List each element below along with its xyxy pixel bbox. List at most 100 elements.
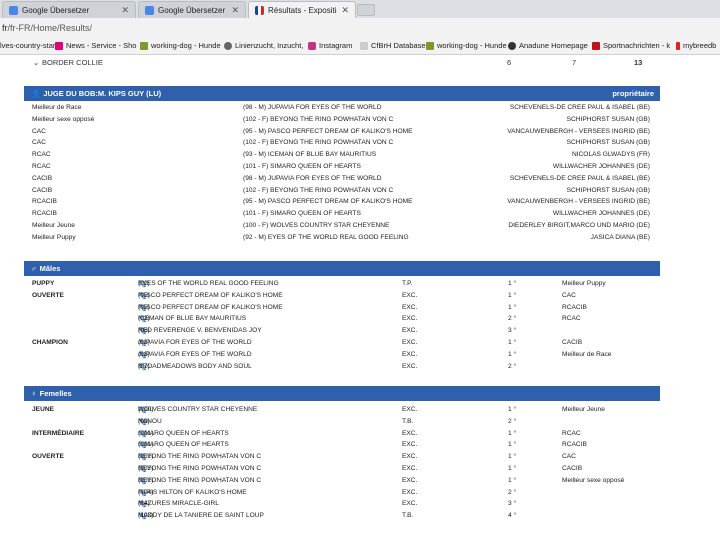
placement: 2 ° xyxy=(508,417,517,425)
qualification: EXC. xyxy=(402,465,418,472)
award-label: CACIB xyxy=(562,465,583,472)
placement: 2 ° xyxy=(508,362,517,370)
tab-title: Résultats - Expositions Ca xyxy=(268,5,337,15)
award-label: Meilleur Puppy xyxy=(32,233,76,241)
bookmark-label: Sportnachrichten - k xyxy=(603,41,671,50)
judge-row: Meilleur de Race (98 - M) JUPAVIA FOR EYE… xyxy=(0,104,720,116)
owner-name: JASICA DIANA (BE) xyxy=(590,233,650,241)
award-label: Meilleur sexe opposé xyxy=(562,476,625,484)
qualification: EXC. xyxy=(402,441,418,449)
award-label: RCACIB xyxy=(562,441,587,449)
bookmark-item[interactable]: Instagram xyxy=(308,41,352,50)
dog-entry: (92 - M) EYES OF THE WORLD REAL GOOD FEE… xyxy=(243,233,409,241)
close-icon[interactable]: ✕ xyxy=(121,5,129,16)
qualification: EXC. xyxy=(402,488,418,496)
address-bar[interactable]: fr/fr-FR/Home/Results/ xyxy=(0,18,720,38)
catalog-number: (104) xyxy=(138,488,154,496)
breed-row[interactable]: ⌄ BORDER COLLIE 6 7 13 xyxy=(0,58,720,70)
breed-name: BORDER COLLIE xyxy=(42,58,103,67)
tab-resultats[interactable]: Résultats - Expositions Ca ✕ xyxy=(248,1,356,18)
dog-name: RED REVERENGE V. BENVENIDAS JOY xyxy=(138,327,262,335)
catalog-number: (93) xyxy=(138,315,150,323)
catalog-number: (97) xyxy=(138,362,150,370)
close-icon[interactable]: ✕ xyxy=(341,5,349,16)
bookmark-item[interactable]: Anadune Homepage xyxy=(508,41,588,50)
qualification: EXC. xyxy=(402,362,418,370)
catalog-number: (101) xyxy=(138,429,154,437)
dog-name: MADDY DE LA TANIERE DE SAINT LOUP xyxy=(138,512,264,520)
result-row: PASCO PERFECT DREAM OF KALIKO'S HOME 🐾 (9… xyxy=(0,304,720,316)
bookmark-item[interactable]: CfBrH Database xyxy=(360,41,426,50)
females-title: Femelles xyxy=(39,389,72,398)
result-row: NANOU 🐾 (99) T.B. 2 ° xyxy=(0,418,720,430)
placement: 1 ° xyxy=(508,303,517,311)
placement: 1 ° xyxy=(508,406,517,413)
bookmark-label: working-dog - Hunde xyxy=(437,41,507,50)
placement: 1 ° xyxy=(508,350,517,358)
dog-name: PASCO PERFECT DREAM OF KALIKO'S HOME xyxy=(138,303,283,311)
owner-name: SCHEVENELS-DE CREE PAUL & ISABEL (BE) xyxy=(509,174,650,182)
qualification: EXC. xyxy=(402,500,418,508)
female-icon: ♀ xyxy=(31,389,37,398)
bookmark-icon xyxy=(676,41,680,50)
catalog-number: (101) xyxy=(138,441,154,449)
bookmark-item[interactable]: lves-country-star xyxy=(0,41,55,50)
dog-entry: (98 - M) JUPAVIA FOR EYES OF THE WORLD xyxy=(243,104,382,111)
award-label: RCAC xyxy=(32,151,51,159)
judge-row: RCAC (101 - F) SIMARO QUEEN OF HEARTS WILL… xyxy=(0,163,720,175)
placement: 1 ° xyxy=(508,453,517,461)
placement: 3 ° xyxy=(508,500,517,508)
owner-name: DIEDERLEY BIRGIT,MARCO UND MARIO (DE) xyxy=(508,222,650,229)
qualification: T.P. xyxy=(402,280,413,287)
catalog-number: (95) xyxy=(138,291,150,299)
placement: 1 ° xyxy=(508,280,517,287)
dog-entry: (102 - F) BEYONG THE RING POWHATAN VON C xyxy=(243,115,394,123)
males-header: ♂ Mâles xyxy=(24,261,660,276)
owner-name: NICOLAS GLWADYS (FR) xyxy=(571,151,650,159)
judge-row: RCACIB (101 - F) SIMARO QUEEN OF HEARTS WI… xyxy=(0,210,720,222)
qualification: EXC. xyxy=(402,453,418,461)
tab-title: Google Übersetzer xyxy=(158,5,226,15)
dog-name: BEYONG THE RING POWHATAN VON C xyxy=(138,476,262,484)
catalog-number: (102) xyxy=(138,465,154,472)
tab-google-translate-1[interactable]: Google Übersetzer ✕ xyxy=(2,1,136,18)
dog-name: PARIS HILTON OF KALIKO'S HOME xyxy=(138,488,247,496)
award-label: RCACIB xyxy=(562,303,587,311)
result-row: PARIS HILTON OF KALIKO'S HOME 🐾 (104) EXC.… xyxy=(0,489,720,501)
result-row: SIMARO QUEEN OF HEARTS 🐾 (101) EXC. 1 ° RCAC… xyxy=(0,441,720,453)
male-icon: ♂ xyxy=(31,264,37,273)
award-label: RCAC xyxy=(32,163,51,170)
qualification: EXC. xyxy=(402,291,418,299)
catalog-number: (99) xyxy=(138,417,150,425)
bookmark-label: CfBrH Database xyxy=(371,41,426,50)
tab-google-translate-2[interactable]: Google Übersetzer ✕ xyxy=(138,1,246,18)
placement: 1 ° xyxy=(508,441,517,449)
bookmark-item[interactable]: Sportnachrichten - k xyxy=(592,41,670,50)
placement: 1 ° xyxy=(508,476,517,484)
browser-tab-strip: Google Übersetzer ✕ Google Übersetzer ✕ … xyxy=(0,0,720,18)
qualification: EXC. xyxy=(402,350,418,358)
judge-row: Meilleur Puppy (92 - M) EYES OF THE WORLD… xyxy=(0,234,720,246)
result-row: PUPPY EYES OF THE WORLD REAL GOOD FEELING… xyxy=(0,280,720,292)
award-label: CACIB xyxy=(32,186,53,194)
award-label: RCACIB xyxy=(32,198,57,206)
catalog-number: (92) xyxy=(138,280,150,287)
qualification: EXC. xyxy=(402,476,418,484)
owner-name: VANCAUWENBERGH - VERSEES INGRID (BE) xyxy=(507,127,650,135)
instagram-icon xyxy=(308,41,316,50)
user-icon: 👤 xyxy=(31,89,41,98)
result-row: BEYONG THE RING POWHATAN VON C 🐾 (102) EXC… xyxy=(0,465,720,477)
dog-entry: (95 - M) PASCO PERFECT DREAM OF KALIKO'S… xyxy=(243,198,413,206)
dog-icon xyxy=(140,41,148,50)
placement: 4 ° xyxy=(508,512,517,520)
page-content: ⌄ BORDER COLLIE 6 7 13 👤 JUGE DU BOB:M. … xyxy=(0,55,720,540)
close-icon[interactable]: ✕ xyxy=(231,5,239,16)
dog-name: WOLVES COUNTRY STAR CHEYENNE xyxy=(138,406,258,413)
bookmark-item[interactable]: News - Service - Sho xyxy=(55,41,136,50)
bookmark-item[interactable]: working-dog - Hunde xyxy=(426,41,507,50)
bookmark-item[interactable]: Linienzucht, Inzucht, xyxy=(224,41,303,50)
new-tab-button[interactable] xyxy=(357,4,375,16)
bookmark-item[interactable]: mybreedb xyxy=(676,41,716,50)
result-row: ICEMAN OF BLUE BAY MAURITIUS 🐾 (93) EXC. 2 … xyxy=(0,315,720,327)
bookmark-item[interactable]: working-dog - Hunde xyxy=(140,41,221,50)
